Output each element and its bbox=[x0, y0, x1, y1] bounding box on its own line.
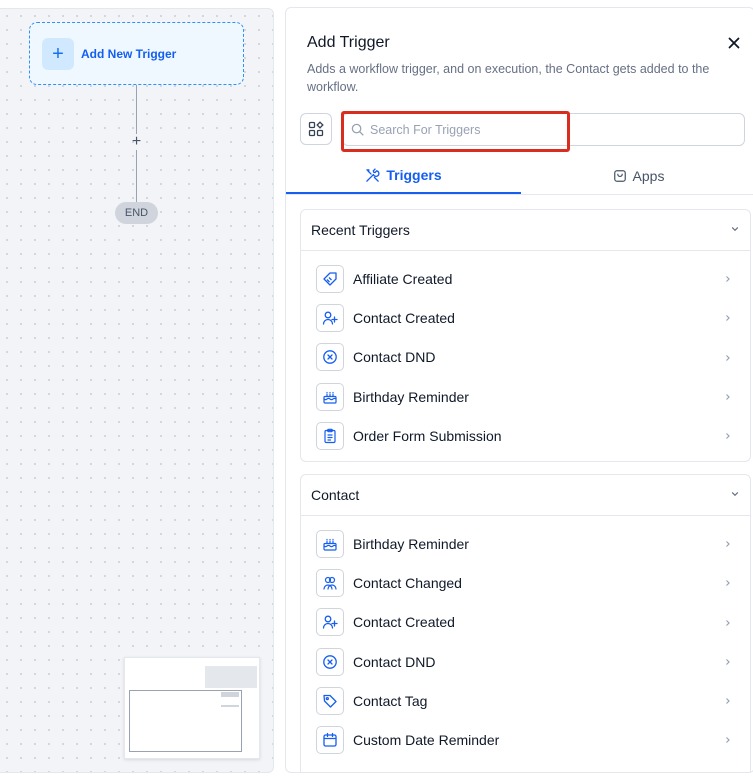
section-title: Recent Triggers bbox=[311, 222, 410, 238]
section-recent-triggers: Recent Triggers Affiliate Created Contac… bbox=[300, 209, 751, 463]
user-plus-icon bbox=[316, 608, 344, 637]
trigger-item-label: Contact Created bbox=[353, 309, 455, 326]
add-new-trigger-card[interactable]: + Add New Trigger bbox=[29, 22, 244, 85]
trigger-item-contact-changed[interactable]: Contact Changed bbox=[301, 563, 750, 602]
tab-triggers[interactable]: Triggers bbox=[286, 158, 521, 194]
trigger-item-birthday-reminder[interactable]: Birthday Reminder bbox=[301, 524, 750, 563]
calendar-icon bbox=[316, 726, 344, 755]
trigger-item-label: Order Form Submission bbox=[353, 427, 502, 444]
trigger-tabs: Triggers Apps bbox=[286, 158, 753, 195]
trigger-item-birthday-reminder[interactable]: Birthday Reminder bbox=[301, 377, 750, 416]
trigger-item-contact-created[interactable]: Contact Created bbox=[301, 603, 750, 642]
tag-icon bbox=[316, 686, 344, 715]
tab-apps-label: Apps bbox=[632, 168, 665, 184]
chevron-right-icon bbox=[724, 657, 732, 667]
minimap-node bbox=[221, 705, 239, 707]
affiliate-tag-icon bbox=[316, 264, 344, 293]
chevron-right-icon bbox=[724, 392, 732, 402]
trigger-item-label: Contact DND bbox=[353, 349, 436, 366]
trigger-item-label: Contact Tag bbox=[353, 692, 428, 709]
chevron-right-icon bbox=[724, 313, 732, 323]
trigger-item-label: Custom Date Reminder bbox=[353, 732, 500, 749]
plus-icon: + bbox=[42, 37, 74, 70]
trigger-item-contact-dnd[interactable]: Contact DND bbox=[301, 642, 750, 681]
search-input[interactable] bbox=[370, 122, 730, 137]
add-new-trigger-label: Add New Trigger bbox=[81, 46, 177, 61]
section-header[interactable]: Contact bbox=[301, 475, 750, 516]
search-box bbox=[342, 113, 745, 146]
trigger-item-contact-tag[interactable]: Contact Tag bbox=[301, 681, 750, 720]
search-icon bbox=[351, 123, 364, 136]
app-bag-icon bbox=[613, 169, 627, 183]
x-circle-icon bbox=[316, 343, 344, 372]
trigger-item-label: Contact DND bbox=[353, 653, 436, 670]
user-plus-icon bbox=[316, 303, 344, 332]
chevron-right-icon bbox=[724, 578, 732, 588]
chevron-right-icon bbox=[724, 539, 732, 549]
add-trigger-panel: Add Trigger Adds a workflow trigger, and… bbox=[285, 7, 753, 773]
cake-icon bbox=[316, 529, 344, 558]
chevron-down-icon bbox=[730, 224, 740, 234]
grid-icon bbox=[308, 121, 324, 137]
minimap-node bbox=[221, 692, 239, 697]
minimap-block bbox=[205, 666, 257, 688]
chevron-right-icon bbox=[724, 353, 732, 363]
connector-line bbox=[136, 85, 137, 134]
chevron-right-icon bbox=[724, 618, 732, 628]
end-node: END bbox=[115, 202, 158, 224]
trigger-item-custom-date-reminder[interactable]: Custom Date Reminder bbox=[301, 720, 750, 759]
section-title: Contact bbox=[311, 487, 360, 503]
minimap-viewport[interactable] bbox=[129, 690, 242, 752]
chevron-right-icon bbox=[724, 735, 732, 745]
trigger-item-label: Contact Created bbox=[353, 614, 455, 631]
minimap[interactable] bbox=[124, 657, 260, 759]
add-step-button[interactable]: + bbox=[129, 134, 144, 150]
section-header[interactable]: Recent Triggers bbox=[301, 210, 750, 251]
tab-apps[interactable]: Apps bbox=[521, 158, 753, 194]
connector-line bbox=[136, 150, 137, 202]
cake-icon bbox=[316, 382, 344, 411]
category-grid-button[interactable] bbox=[300, 113, 332, 145]
trigger-item-label: Birthday Reminder bbox=[353, 388, 469, 405]
chevron-right-icon bbox=[724, 696, 732, 706]
tab-triggers-label: Triggers bbox=[386, 167, 442, 183]
workflow-canvas[interactable]: + Add New Trigger + END bbox=[0, 8, 274, 773]
section-contact: Contact Birthday Reminder Contact Change… bbox=[300, 474, 751, 772]
trigger-item-label: Birthday Reminder bbox=[353, 535, 469, 552]
trigger-item-label: Contact Changed bbox=[353, 574, 462, 591]
trigger-item-contact-dnd[interactable]: Contact DND bbox=[301, 338, 750, 377]
clipboard-icon bbox=[316, 421, 344, 450]
close-icon[interactable] bbox=[726, 35, 742, 51]
x-circle-icon bbox=[316, 647, 344, 676]
tools-icon bbox=[365, 167, 380, 183]
trigger-item-label: Affiliate Created bbox=[353, 270, 453, 287]
trigger-item-order-form-submission[interactable]: Order Form Submission bbox=[301, 416, 750, 455]
panel-title: Add Trigger bbox=[307, 34, 390, 51]
chevron-right-icon bbox=[724, 431, 732, 441]
trigger-item-contact-created[interactable]: Contact Created bbox=[301, 298, 750, 337]
trigger-item-affiliate-created[interactable]: Affiliate Created bbox=[301, 259, 750, 298]
users-icon bbox=[316, 568, 344, 597]
chevron-right-icon bbox=[724, 274, 732, 284]
chevron-down-icon bbox=[730, 489, 740, 499]
panel-description: Adds a workflow trigger, and on executio… bbox=[307, 62, 710, 94]
